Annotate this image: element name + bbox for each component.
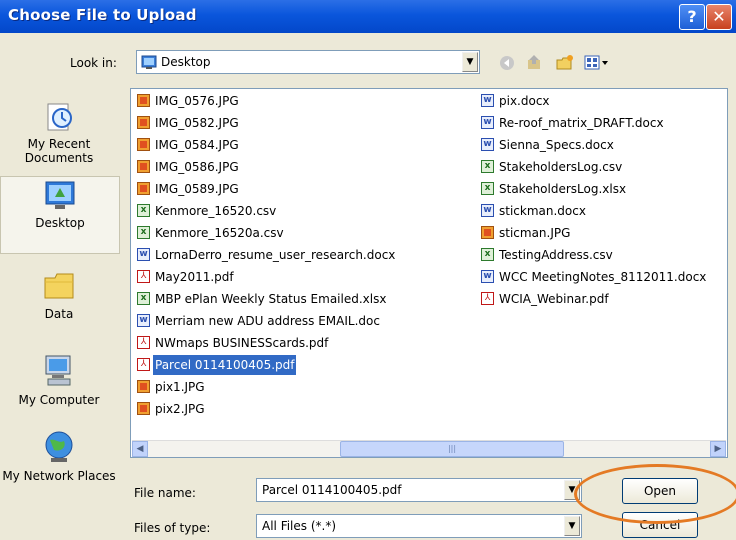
jpg-file-icon <box>137 138 150 151</box>
filename-input[interactable]: Parcel 0114100405.pdf ▼ <box>256 478 582 502</box>
pdf-file-icon: ⅄ <box>481 292 494 305</box>
jpg-file-icon <box>137 160 150 173</box>
filetype-dropdown[interactable]: All Files (*.*) ▼ <box>256 514 582 538</box>
horizontal-scrollbar[interactable]: ◀ ||| ▶ <box>132 440 726 457</box>
lookin-value: Desktop <box>161 55 211 69</box>
word-file-icon: w <box>481 138 494 151</box>
my-computer-icon <box>0 352 118 393</box>
annotation-ring <box>574 464 736 524</box>
chevron-down-icon[interactable]: ▼ <box>462 52 478 72</box>
new-folder-icon[interactable] <box>556 54 574 72</box>
window-title: Choose File to Upload <box>8 6 197 24</box>
close-button[interactable]: ✕ <box>706 4 732 30</box>
scroll-left-icon[interactable]: ◀ <box>132 441 148 457</box>
excel-file-icon: x <box>481 160 494 173</box>
title-bar: Choose File to Upload ? ✕ <box>0 0 736 33</box>
excel-file-icon: x <box>137 226 150 239</box>
jpg-file-icon <box>137 402 150 415</box>
filename-label: File name: <box>134 486 196 500</box>
word-file-icon: w <box>481 94 494 107</box>
back-icon[interactable] <box>498 54 516 72</box>
desktop-icon <box>141 54 157 73</box>
place-label: My Network Places <box>2 469 116 483</box>
pdf-file-icon: ⅄ <box>137 270 150 283</box>
filetype-label: Files of type: <box>134 521 211 535</box>
excel-file-icon: x <box>137 292 150 305</box>
place-my-network-places[interactable]: My Network Places <box>0 428 118 483</box>
place-label: My Computer <box>18 393 100 407</box>
jpg-file-icon <box>137 116 150 129</box>
place-my-recent-documents[interactable]: My Recent Documents <box>0 98 118 165</box>
pdf-file-icon: ⅄ <box>137 336 150 349</box>
filename-value: Parcel 0114100405.pdf <box>262 483 402 497</box>
file-list[interactable]: IMG_0576.JPG IMG_0582.JPG IMG_0584.JPG I… <box>130 88 728 458</box>
place-my-computer[interactable]: My Computer <box>0 352 118 407</box>
chevron-down-icon[interactable]: ▼ <box>564 516 580 536</box>
folder-icon <box>0 268 118 307</box>
word-file-icon: w <box>481 204 494 217</box>
excel-file-icon: x <box>481 248 494 261</box>
lookin-label: Look in: <box>70 56 117 70</box>
word-file-icon: w <box>137 248 150 261</box>
jpg-file-icon <box>481 226 494 239</box>
jpg-file-icon <box>137 94 150 107</box>
word-file-icon: w <box>137 314 150 327</box>
scroll-thumb[interactable]: ||| <box>340 441 564 457</box>
scroll-right-icon[interactable]: ▶ <box>710 441 726 457</box>
network-places-icon <box>0 428 118 469</box>
place-data[interactable]: Data <box>0 268 118 321</box>
places-bar: My Recent Documents Desktop Data My Comp… <box>0 88 122 540</box>
filetype-value: All Files (*.*) <box>262 519 337 533</box>
recent-documents-icon <box>0 98 118 137</box>
pdf-file-icon: ⅄ <box>137 358 150 371</box>
place-desktop[interactable]: Desktop <box>0 176 120 254</box>
desktop-icon <box>1 177 119 216</box>
excel-file-icon: x <box>137 204 150 217</box>
excel-file-icon: x <box>481 182 494 195</box>
word-file-icon: w <box>481 270 494 283</box>
help-button[interactable]: ? <box>679 4 705 30</box>
place-label: My Recent Documents <box>24 137 94 165</box>
jpg-file-icon <box>137 380 150 393</box>
lookin-dropdown[interactable]: Desktop ▼ <box>136 50 480 74</box>
views-menu-icon[interactable] <box>584 54 610 72</box>
place-label: Desktop <box>35 216 85 230</box>
jpg-file-icon <box>137 182 150 195</box>
place-label: Data <box>44 307 74 321</box>
word-file-icon: w <box>481 116 494 129</box>
up-folder-icon[interactable] <box>526 54 544 72</box>
